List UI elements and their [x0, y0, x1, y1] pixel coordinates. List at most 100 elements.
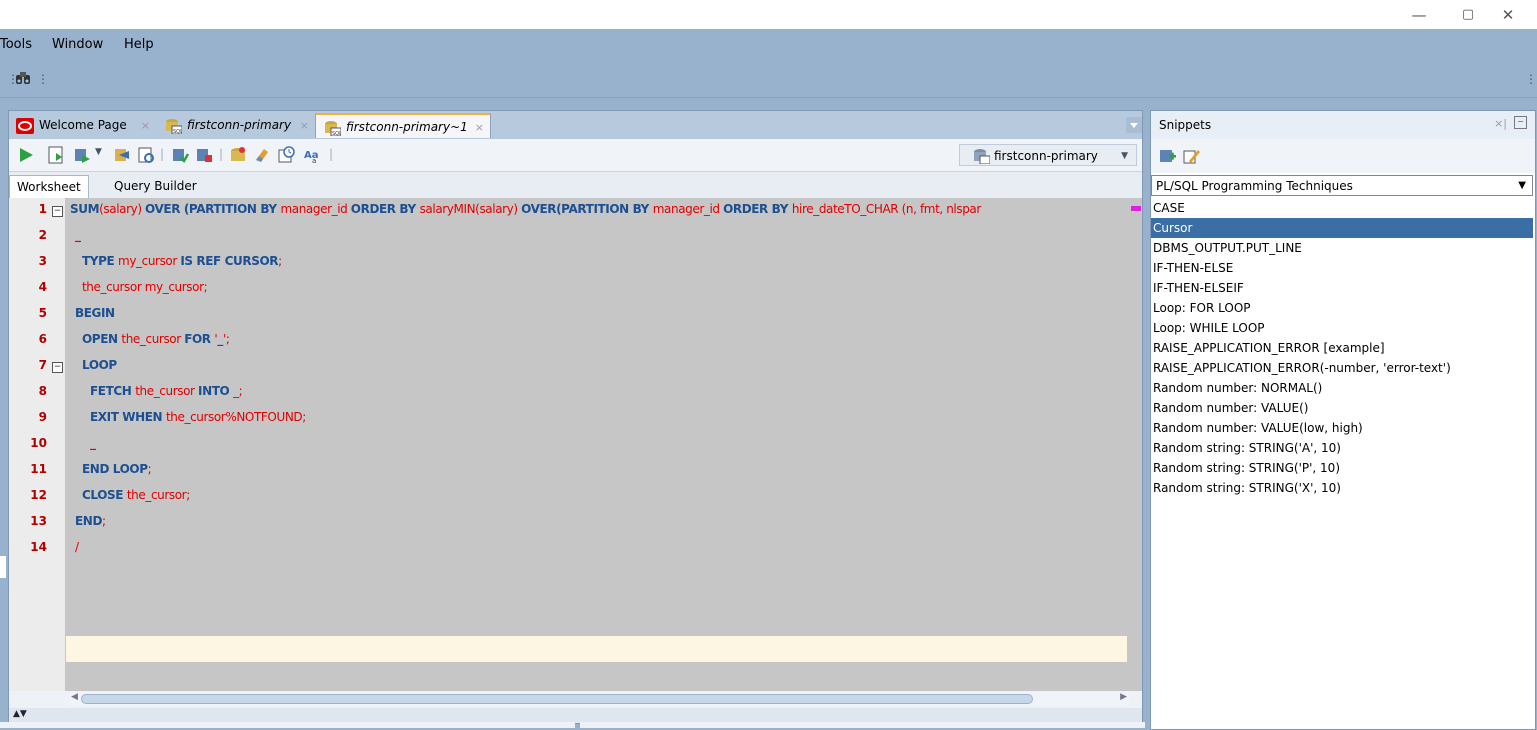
line-number: 12 — [30, 488, 47, 502]
tab-firstconn-primary-1[interactable]: SQL firstconn-primary~1 × — [315, 113, 491, 138]
snippets-header: Snippets ×| − — [1151, 111, 1535, 139]
run-statement-icon[interactable] — [17, 146, 35, 164]
list-item[interactable]: Random string: STRING('X', 10) — [1151, 478, 1533, 498]
menu-tools[interactable]: Tools — [0, 37, 32, 52]
database-connection-icon — [974, 149, 990, 164]
line-number: 13 — [30, 514, 47, 528]
list-item[interactable]: RAISE_APPLICATION_ERROR [example] — [1151, 338, 1533, 358]
list-item[interactable]: Random string: STRING('A', 10) — [1151, 438, 1533, 458]
snippets-toolbar — [1151, 139, 1535, 173]
code-line-12: CLOSE the_cursor; — [82, 488, 190, 502]
list-item[interactable]: RAISE_APPLICATION_ERROR(-number, 'error-… — [1151, 358, 1533, 378]
code-line-2: _ — [75, 228, 81, 242]
clear-eraser-icon[interactable] — [253, 146, 271, 164]
bottom-panel-left — [0, 722, 575, 728]
editor-bottom-strip: ▲▼ — [9, 708, 1142, 723]
tab-close-icon[interactable]: × — [475, 115, 484, 140]
find-binoculars-icon[interactable] — [15, 71, 31, 85]
list-item[interactable]: CASE — [1151, 198, 1533, 218]
unshared-sql-icon[interactable] — [229, 146, 247, 164]
subtab-worksheet[interactable]: Worksheet — [9, 175, 89, 198]
snippets-title: Snippets — [1159, 118, 1212, 132]
rollback-icon[interactable] — [113, 146, 131, 164]
restore-button[interactable]: ▢ — [1448, 4, 1488, 26]
main-toolbar: ⋮ ⋮ ⋮ — [0, 63, 1537, 98]
snippet-category-select[interactable]: PL/SQL Programming Techniques ▼ — [1151, 175, 1533, 196]
toolbar-separator: | — [219, 147, 224, 161]
scroll-right-icon[interactable]: ▶ — [1120, 692, 1127, 702]
list-item[interactable]: IF-THEN-ELSEIF — [1151, 278, 1533, 298]
edit-snippet-icon[interactable] — [1183, 147, 1201, 165]
minimize-button[interactable]: — — [1399, 4, 1439, 26]
panel-close-icon[interactable]: ×| — [1494, 117, 1507, 130]
list-item[interactable]: Random string: STRING('P', 10) — [1151, 458, 1533, 478]
list-item[interactable]: Random number: VALUE(low, high) — [1151, 418, 1533, 438]
bottom-panel-right — [580, 722, 1145, 728]
svg-text:a: a — [312, 157, 316, 164]
run-script-icon[interactable] — [47, 146, 65, 164]
title-bar: — ▢ ✕ — [0, 0, 1537, 29]
worksheet-subtabs: Worksheet Query Builder — [9, 172, 1142, 198]
chevron-down-icon: ▼ — [1121, 151, 1128, 161]
list-item[interactable]: Loop: WHILE LOOP — [1151, 318, 1533, 338]
horizontal-scrollbar[interactable]: ◀ ▶ — [69, 692, 1129, 706]
connection-select[interactable]: firstconn-primary ▼ — [959, 144, 1137, 166]
list-item[interactable]: Loop: FOR LOOP — [1151, 298, 1533, 318]
list-item[interactable]: Random number: VALUE() — [1151, 398, 1533, 418]
toolbar-separator: ⋮ — [37, 72, 49, 86]
add-snippet-icon[interactable] — [1159, 147, 1177, 165]
sql-worksheet-icon: SQL — [325, 121, 341, 136]
menu-window[interactable]: Window — [52, 37, 103, 52]
scroll-left-icon[interactable]: ◀ — [71, 692, 78, 702]
line-number: 7 — [38, 358, 47, 372]
current-line-highlight — [66, 636, 1127, 662]
tab-label: firstconn-primary~1 — [346, 120, 468, 134]
tab-firstconn-primary[interactable]: SQL firstconn-primary × — [157, 113, 315, 138]
panel-minimize-icon[interactable]: − — [1514, 116, 1527, 129]
tab-welcome-page[interactable]: Welcome Page × — [9, 113, 156, 138]
list-item[interactable]: DBMS_OUTPUT.PUT_LINE — [1151, 238, 1533, 258]
line-number: 4 — [38, 280, 47, 294]
snippets-panel: Snippets ×| − PL/SQL Programming Techniq… — [1150, 110, 1536, 730]
menu-help[interactable]: Help — [124, 37, 154, 52]
list-item[interactable]: Random number: NORMAL() — [1151, 378, 1533, 398]
commit-dropdown-icon[interactable]: ▼ — [95, 147, 102, 157]
tab-close-icon[interactable]: × — [300, 113, 309, 138]
line-number: 6 — [38, 332, 47, 346]
autotrace-icon[interactable] — [195, 146, 213, 164]
line-number: 14 — [30, 540, 47, 554]
code-line-8: FETCH the_cursor INTO _; — [90, 384, 243, 398]
close-button[interactable]: ✕ — [1488, 4, 1528, 26]
explain-plan-icon[interactable] — [171, 146, 189, 164]
line-number: 10 — [30, 436, 47, 450]
svg-text:SQL: SQL — [332, 131, 341, 136]
sql-history-icon[interactable] — [277, 146, 295, 164]
tab-close-icon[interactable]: × — [141, 113, 150, 138]
code-line-1: SUM(salary) OVER (PARTITION BY manager_i… — [70, 202, 981, 216]
editor-tab-strip: Welcome Page × SQL firstconn-primary × S… — [9, 111, 1142, 139]
toolbar-grip-right: ⋮ — [1525, 72, 1537, 86]
tab-label: Welcome Page — [39, 118, 127, 132]
scrollbar-thumb[interactable] — [81, 694, 1033, 704]
tab-list-dropdown-icon[interactable] — [1126, 117, 1142, 133]
editor-toolbar: ▼ | | Aa a | firstconn-primary ▼ — [9, 139, 1142, 172]
left-edge-tab[interactable] — [0, 556, 6, 578]
line-number: 11 — [30, 462, 47, 476]
list-item[interactable]: IF-THEN-ELSE — [1151, 258, 1533, 278]
toolbar-separator: | — [329, 147, 334, 161]
sql-tuning-icon[interactable] — [137, 146, 155, 164]
line-number: 8 — [38, 384, 47, 398]
collapse-toggle-icon[interactable]: ▲▼ — [13, 709, 27, 719]
fold-toggle-icon[interactable]: − — [52, 206, 63, 217]
connection-select-value: firstconn-primary — [994, 149, 1098, 163]
code-line-7: LOOP — [82, 358, 117, 372]
to-upper-lower-case-icon[interactable]: Aaa — [303, 146, 321, 164]
list-item[interactable]: Cursor — [1151, 218, 1533, 238]
subtab-query-builder[interactable]: Query Builder — [107, 175, 204, 198]
code-line-4: the_cursor my_cursor; — [82, 280, 208, 294]
commit-icon[interactable] — [73, 146, 91, 164]
error-marker[interactable] — [1131, 206, 1141, 211]
tab-label: firstconn-primary — [187, 118, 292, 132]
code-editor[interactable]: 1 2 3 4 5 6 7 8 9 10 11 12 13 14 − − SUM… — [9, 198, 1142, 691]
fold-toggle-icon[interactable]: − — [52, 362, 63, 373]
